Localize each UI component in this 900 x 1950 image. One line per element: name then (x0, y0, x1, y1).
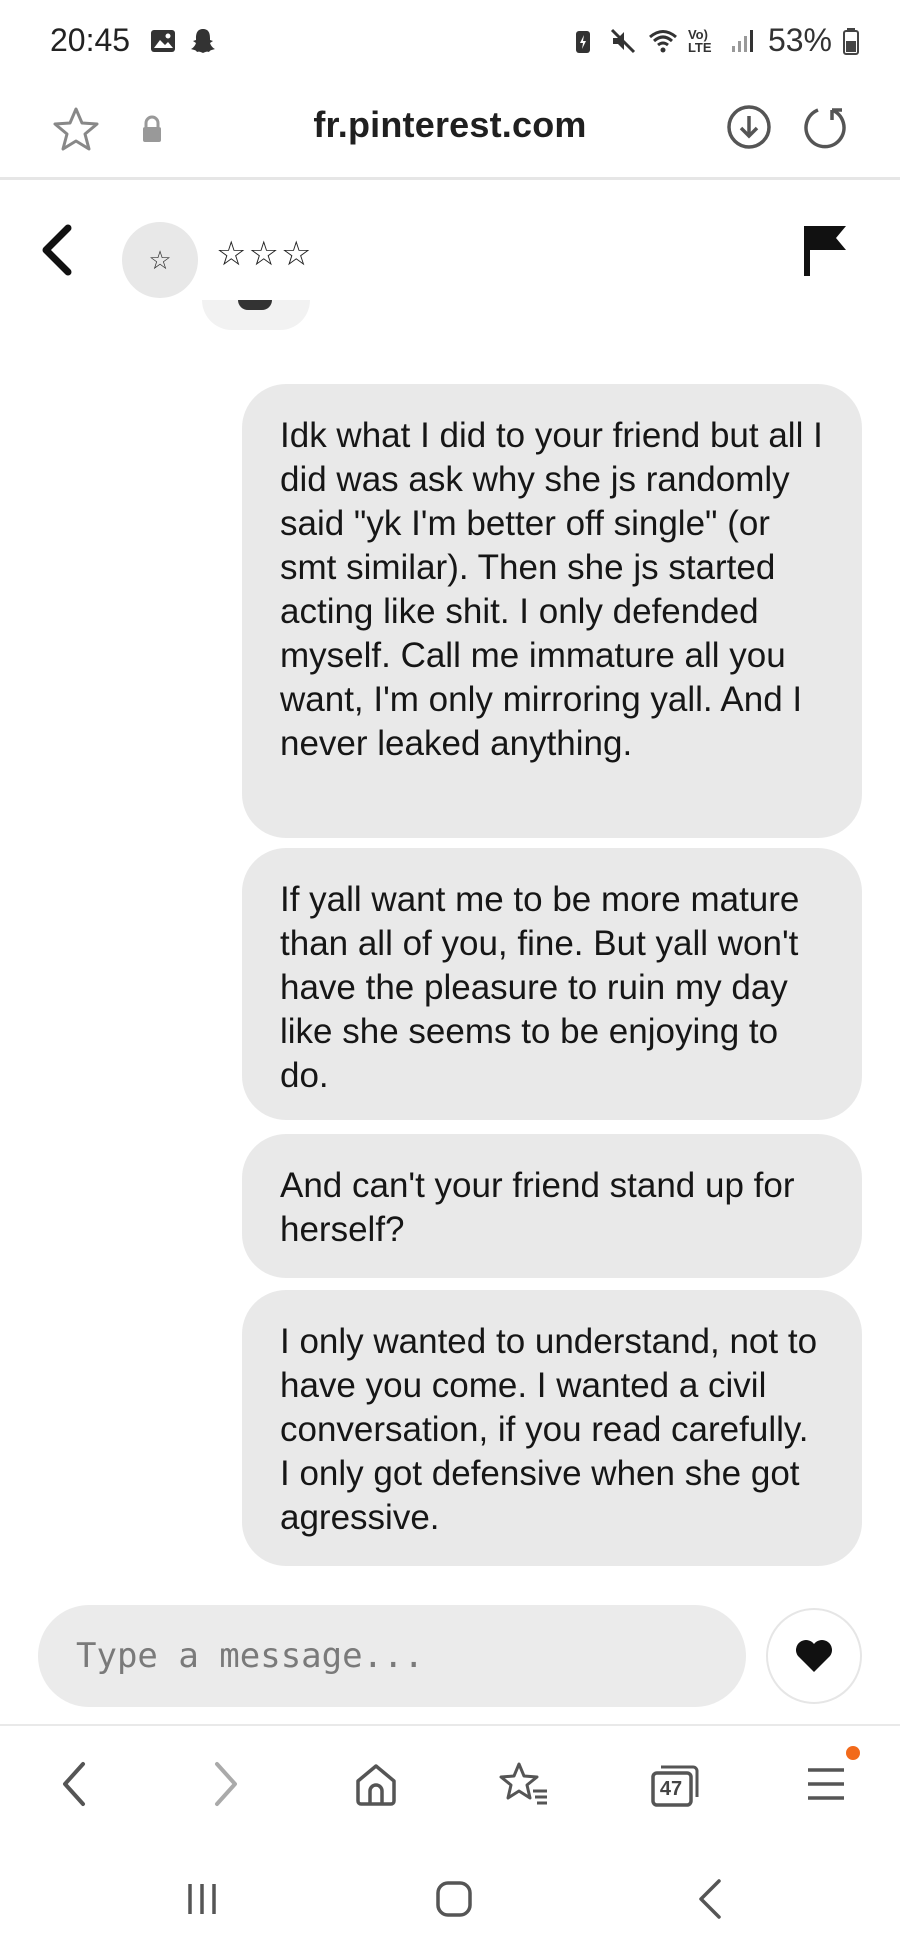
message-bubble-sent[interactable]: Idk what I did to your friend but all I … (242, 384, 862, 838)
chat-recipient-name[interactable]: ☆☆☆ (216, 234, 313, 274)
avatar[interactable]: ☆ (122, 222, 198, 298)
gallery-icon (151, 30, 175, 52)
back-arrow-icon[interactable] (36, 220, 80, 280)
network-type-label: Vo) LTE (687, 26, 712, 55)
menu-notification-dot (846, 1746, 860, 1760)
status-time: 20:45 (50, 22, 131, 58)
heart-icon (796, 1640, 832, 1672)
system-navigation-bar (0, 1850, 900, 1950)
message-bubble-sent[interactable]: I only wanted to understand, not to have… (242, 1290, 862, 1566)
hamburger-menu-icon (808, 1768, 844, 1800)
message-input[interactable] (38, 1605, 746, 1707)
battery-icon (843, 27, 859, 55)
recent-apps-button[interactable] (172, 1874, 232, 1924)
status-system-icons: Vo) LTE 53% (568, 22, 860, 59)
status-notification-icons (148, 26, 218, 56)
recent-apps-icon (188, 1884, 216, 1914)
system-back-button[interactable] (680, 1874, 740, 1924)
message-bubble-sent[interactable]: And can't your friend stand up for herse… (242, 1134, 862, 1278)
signal-icon (731, 29, 753, 52)
like-button[interactable] (766, 1608, 862, 1704)
bookmarks-star-list-icon (499, 1762, 547, 1805)
previous-message-remnant (202, 300, 310, 330)
browser-menu-button[interactable] (796, 1754, 856, 1814)
browser-back-button[interactable] (44, 1754, 104, 1814)
report-flag-icon[interactable] (800, 222, 850, 278)
browser-bookmarks-button[interactable] (494, 1754, 554, 1814)
browser-url-bar: fr.pinterest.com (0, 84, 900, 178)
chevron-left-icon (63, 1762, 85, 1806)
chevron-right-icon (215, 1762, 237, 1806)
system-home-button[interactable] (424, 1874, 484, 1924)
status-bar: 20:45 Vo) LTE 53% (0, 0, 900, 84)
system-home-icon (436, 1881, 472, 1917)
reload-icon[interactable] (800, 102, 850, 152)
system-back-icon (699, 1879, 721, 1919)
download-icon[interactable] (724, 102, 774, 152)
home-icon (356, 1764, 396, 1806)
browser-home-button[interactable] (346, 1754, 406, 1814)
battery-percent: 53% (767, 22, 832, 58)
browser-tabs-button[interactable]: 47 (644, 1754, 704, 1814)
message-bubble-sent[interactable]: If yall want me to be more mature than a… (242, 848, 862, 1120)
tab-count: 47 (659, 1778, 683, 1800)
browser-toolbar: 47 (0, 1726, 900, 1836)
mute-icon (610, 28, 636, 53)
url-bar-divider (0, 177, 900, 180)
snapchat-icon (191, 29, 215, 53)
chat-header: ☆ ☆☆☆ (0, 182, 900, 322)
battery-saver-icon (575, 30, 590, 53)
browser-forward-button[interactable] (196, 1754, 256, 1814)
message-composer (0, 1600, 900, 1710)
wifi-icon (648, 29, 677, 52)
